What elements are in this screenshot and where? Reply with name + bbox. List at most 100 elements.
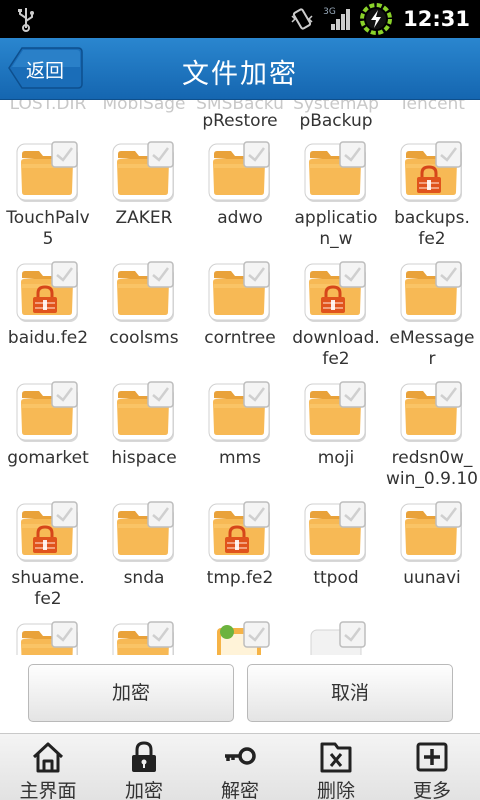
toolbar-label: 删除 (316, 780, 355, 800)
file-item[interactable]: eMessage r (384, 260, 480, 380)
file-item[interactable]: hispace (96, 380, 192, 500)
file-name-line1: baidu.fe2 (7, 328, 89, 348)
file-item[interactable]: ZAKER (96, 140, 192, 260)
toolbar-more[interactable]: 更多 (384, 734, 480, 800)
locked-folder-icon (208, 501, 270, 562)
file-item-partial[interactable] (96, 620, 192, 655)
file-item[interactable]: baidu.fe2 (0, 260, 96, 380)
file-name: adwo (192, 208, 288, 229)
file-name: moji (288, 448, 384, 469)
folder-icon (400, 261, 462, 322)
folder-icon (208, 141, 270, 202)
file-name: backups. fe2 (384, 208, 480, 250)
key-icon (225, 747, 256, 765)
bottom-toolbar: 主界面 加密 解密 删除 更多 (0, 733, 480, 800)
file-item[interactable]: ttpod (288, 500, 384, 620)
lock-icon (132, 741, 156, 772)
file-name: TouchPalv 5 (0, 208, 96, 250)
file-name: mms (192, 448, 288, 469)
blank-file-icon (310, 621, 366, 655)
folder-icon (208, 381, 270, 442)
file-name-line1: gomarket (7, 448, 89, 468)
file-name-line1: eMessage (389, 328, 475, 348)
file-item[interactable]: TouchPalv 5 (0, 140, 96, 260)
folder-icon (16, 621, 78, 655)
file-name-line2: fe2 (418, 229, 446, 249)
file-item-partial[interactable] (0, 620, 96, 655)
folder-icon (304, 381, 366, 442)
file-item[interactable]: download. fe2 (288, 260, 384, 380)
screen: 3G 12:31 返回 文件加密 LOST.DIR MobiSage SMSBa… (0, 0, 480, 800)
signal-icon: 3G (323, 6, 351, 32)
folder-icon (16, 141, 78, 202)
cancel-button[interactable]: 取消 (247, 664, 453, 722)
file-item[interactable]: coolsms (96, 260, 192, 380)
folder-icon (112, 501, 174, 562)
toolbar-home[interactable]: 主界面 (0, 734, 96, 800)
file-name-line1: tmp.fe2 (206, 568, 274, 588)
file-grid: LOST.DIR MobiSage SMSBacku SystemAp Tenc… (0, 100, 480, 655)
file-item[interactable]: applicatio n_w (288, 140, 384, 260)
folder-icon (112, 141, 174, 202)
home-icon (32, 742, 64, 773)
document-icon (217, 621, 270, 655)
file-item[interactable]: uunavi (384, 500, 480, 620)
file-name-line1: backups. (394, 208, 470, 228)
file-name-line1: corntree (204, 328, 276, 348)
file-name: applicatio n_w (288, 208, 384, 250)
file-name-line2: 5 (42, 229, 54, 249)
file-item-partial[interactable] (288, 620, 384, 655)
file-item[interactable]: mms (192, 380, 288, 500)
file-name: baidu.fe2 (0, 328, 96, 349)
file-item[interactable]: backups. fe2 (384, 140, 480, 260)
locked-folder-icon (304, 261, 366, 322)
toolbar-decrypt[interactable]: 解密 (192, 734, 288, 800)
page-title: 文件加密 (182, 59, 298, 90)
encrypt-button[interactable]: 加密 (28, 664, 234, 722)
file-name-line1: ZAKER (115, 208, 173, 228)
file-item[interactable]: moji (288, 380, 384, 500)
usb-icon (18, 8, 34, 32)
file-item[interactable]: redsn0w_ win_0.9.10 (384, 380, 480, 500)
toolbar-label: 主界面 (19, 780, 77, 800)
trash-icon (320, 742, 352, 773)
file-name: ttpod (288, 568, 384, 589)
file-name-line1: coolsms (109, 328, 179, 348)
file-name-line1: TouchPalv (6, 208, 90, 228)
file-name-line1: mms (219, 448, 261, 468)
folder-icon (112, 381, 174, 442)
folder-icon (304, 501, 366, 562)
file-name-line1: applicatio (294, 208, 378, 228)
vibrate-icon (291, 8, 313, 30)
file-item[interactable]: tmp.fe2 (192, 500, 288, 620)
toolbar-label: 加密 (124, 780, 163, 800)
title-bar: 返回 文件加密 (0, 38, 480, 100)
toolbar-delete[interactable]: 删除 (288, 734, 384, 800)
toolbar-label: 解密 (220, 780, 259, 800)
action-bar: 加密 取消 (0, 655, 480, 733)
folder-icon (400, 501, 462, 562)
file-name: ZAKER (96, 208, 192, 229)
file-item[interactable]: adwo (192, 140, 288, 260)
file-name-line1: shuame. (11, 568, 85, 588)
file-item[interactable]: snda (96, 500, 192, 620)
faded-file-name[interactable]: MobiSage (96, 100, 192, 114)
file-item[interactable]: shuame. fe2 (0, 500, 96, 620)
file-item[interactable]: gomarket (0, 380, 96, 500)
faded-file-name[interactable]: LOST.DIR (0, 100, 96, 114)
faded-file-name[interactable]: Tencent (384, 100, 480, 114)
file-name: corntree (192, 328, 288, 349)
toolbar-encrypt[interactable]: 加密 (96, 734, 192, 800)
file-name: gomarket (0, 448, 96, 469)
file-item-partial[interactable] (192, 620, 288, 655)
file-name-line1: hispace (111, 448, 177, 468)
file-name: snda (96, 568, 192, 589)
file-name-line2: pBackup (299, 111, 373, 131)
folder-icon (304, 141, 366, 202)
file-item[interactable]: corntree (192, 260, 288, 380)
folder-icon (112, 621, 174, 655)
file-name: redsn0w_ win_0.9.10 (384, 448, 480, 490)
battery-charging-icon (360, 3, 393, 35)
locked-folder-icon (16, 261, 78, 322)
file-name-line1: moji (317, 448, 355, 468)
